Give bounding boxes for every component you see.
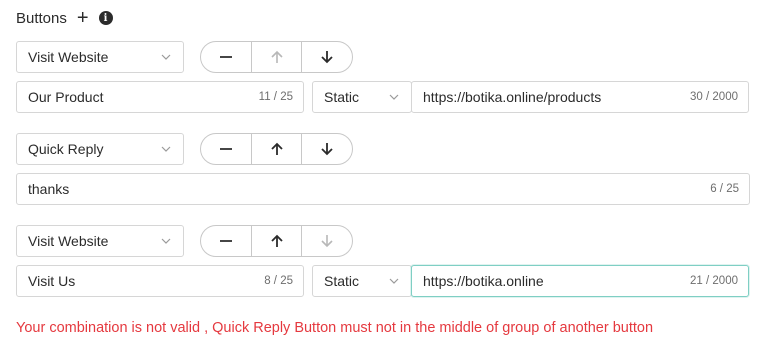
url-type-value: Static xyxy=(324,89,360,105)
button-text-input[interactable]: Visit Us 8 / 25 xyxy=(16,265,304,297)
buttons-header: Buttons + i xyxy=(16,8,113,28)
button-type-value: Quick Reply xyxy=(28,141,104,157)
button-text-input[interactable]: Our Product 11 / 25 xyxy=(16,81,304,113)
char-counter: 21 / 2000 xyxy=(690,275,738,287)
arrow-up-icon xyxy=(270,234,283,247)
url-type-select[interactable]: Static xyxy=(312,81,412,113)
order-controls xyxy=(200,133,353,165)
arrow-up-icon xyxy=(270,50,283,63)
order-controls xyxy=(200,225,353,257)
char-counter: 6 / 25 xyxy=(710,183,739,195)
url-input[interactable]: https://botika.online/products 30 / 2000 xyxy=(411,81,749,113)
button-text-value: Visit Us xyxy=(28,273,76,289)
section-title: Buttons xyxy=(16,9,67,27)
url-type-value: Static xyxy=(324,273,360,289)
button-type-select[interactable]: Visit Website xyxy=(16,225,184,257)
button-type-select[interactable]: Quick Reply xyxy=(16,133,184,165)
move-up-button[interactable] xyxy=(251,226,301,256)
char-counter: 30 / 2000 xyxy=(690,91,738,103)
button-type-value: Visit Website xyxy=(28,233,109,249)
arrow-down-icon xyxy=(320,143,333,156)
chevron-down-icon xyxy=(389,94,399,100)
button-text-value: Our Product xyxy=(28,89,104,105)
url-input[interactable]: https://botika.online 21 / 2000 xyxy=(411,265,749,297)
arrow-up-icon xyxy=(270,142,283,155)
char-counter: 8 / 25 xyxy=(264,275,293,287)
remove-button[interactable] xyxy=(201,42,251,72)
arrow-down-icon xyxy=(320,235,333,248)
chevron-down-icon xyxy=(389,278,399,284)
info-icon[interactable]: i xyxy=(98,11,113,25)
button-type-select[interactable]: Visit Website xyxy=(16,41,184,73)
move-up-button[interactable] xyxy=(251,134,301,164)
chevron-down-icon xyxy=(161,54,171,60)
add-button-icon[interactable]: + xyxy=(77,8,89,28)
move-down-button[interactable] xyxy=(301,42,351,72)
order-controls xyxy=(200,41,353,73)
char-counter: 11 / 25 xyxy=(258,91,293,103)
button-type-value: Visit Website xyxy=(28,49,109,65)
move-down-button[interactable] xyxy=(301,226,351,256)
remove-button[interactable] xyxy=(201,134,251,164)
button-text-input[interactable]: thanks 6 / 25 xyxy=(16,173,750,205)
button-text-value: thanks xyxy=(28,181,70,197)
move-down-button[interactable] xyxy=(301,134,351,164)
validation-error: Your combination is not valid , Quick Re… xyxy=(16,320,654,336)
chevron-down-icon xyxy=(161,146,171,152)
minus-icon xyxy=(220,148,232,150)
url-type-select[interactable]: Static xyxy=(312,265,412,297)
chevron-down-icon xyxy=(161,238,171,244)
minus-icon xyxy=(220,56,232,58)
remove-button[interactable] xyxy=(201,226,251,256)
arrow-down-icon xyxy=(320,51,333,64)
url-value: https://botika.online xyxy=(423,273,544,289)
move-up-button[interactable] xyxy=(251,42,301,72)
url-value: https://botika.online/products xyxy=(423,89,602,105)
minus-icon xyxy=(220,240,232,242)
